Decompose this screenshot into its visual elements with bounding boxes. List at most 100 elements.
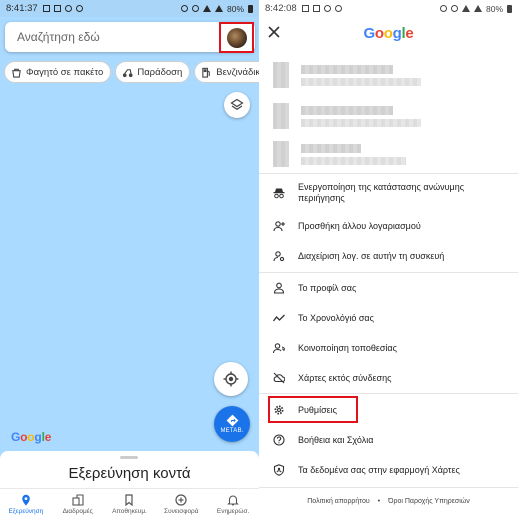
terms-of-service-link[interactable]: Όροι Παροχής Υπηρεσιών [388, 498, 470, 505]
takeout-icon [12, 68, 21, 78]
search-bar[interactable]: Αναζήτηση εδώ [5, 22, 255, 52]
notification-icons [42, 5, 83, 12]
divider [259, 272, 518, 273]
chip-gas-stations[interactable]: Βενζινάδικα [194, 61, 259, 83]
battery-icon [507, 4, 512, 13]
bookmark-icon [125, 493, 134, 506]
crosshair-icon [223, 371, 239, 387]
google-logo: Google [363, 25, 414, 42]
nav-label: Ενημερώσ. [216, 507, 250, 515]
menu-timeline[interactable]: Το Χρονολόγιό σας [259, 304, 518, 332]
layers-button[interactable] [224, 92, 250, 118]
sheet-handle[interactable] [120, 456, 138, 459]
menu-label: Ενεργοποίηση της κατάστασης ανώνυμης περ… [298, 182, 465, 203]
avatar[interactable] [227, 28, 247, 48]
system-icons: 80% [439, 3, 512, 14]
account-avatar-button[interactable] [219, 22, 254, 53]
my-location-button[interactable] [214, 362, 248, 396]
menu-help-feedback[interactable]: Βοήθεια και Σχόλια [259, 426, 518, 454]
nav-label: Διαδρομές [62, 507, 93, 515]
account-menu-screen: 8:42:08 80% Google Ενεργοποίηση της κατά… [259, 0, 518, 519]
menu-incognito[interactable]: Ενεργοποίηση της κατάστασης ανώνυμης περ… [259, 178, 518, 208]
menu-label: Το Χρονολόγιό σας [298, 312, 374, 323]
menu-label: Προσθήκη άλλου λογαριασμού [298, 220, 421, 231]
menu-location-sharing[interactable]: Κοινοποίηση τοποθεσίας [259, 334, 518, 362]
account-avatar-blurred [273, 62, 289, 88]
account-entry-3[interactable] [273, 139, 406, 169]
status-time: 8:41:37 [6, 3, 38, 14]
menu-manage-accounts[interactable]: Διαχείριση λογ. σε αυτήν τη συσκευή [259, 242, 518, 270]
delivery-icon [123, 68, 133, 77]
share-location-icon [273, 342, 285, 354]
search-placeholder[interactable]: Αναζήτηση εδώ [17, 30, 227, 44]
status-bar: 8:42:08 80% [259, 0, 518, 17]
status-time: 8:42:08 [265, 3, 297, 14]
account-menu-header: Google [259, 17, 518, 49]
nav-commute[interactable]: Διαδρομές [52, 489, 104, 519]
directions-button[interactable]: ΜΕΤΑΒ. [214, 406, 250, 442]
menu-label: Βοήθεια και Σχόλια [298, 434, 374, 445]
pin-icon [22, 494, 30, 505]
nav-label: Εξερεύνηση [8, 507, 44, 515]
account-avatar-blurred [273, 103, 289, 129]
battery-text: 80% [226, 3, 244, 14]
nav-label: Συνεισφορά [164, 507, 199, 515]
directions-label: ΜΕΤΑΒ. [220, 428, 244, 434]
divider [259, 393, 518, 394]
menu-label: Διαχείριση λογ. σε αυτήν τη συσκευή [298, 250, 445, 261]
nav-saved[interactable]: Αποθηκευμ. [104, 489, 156, 519]
chip-delivery[interactable]: Παράδοση [115, 61, 191, 83]
menu-label: Τα δεδομένα σας στην εφαρμογή Χάρτες [298, 464, 460, 475]
divider [259, 173, 518, 174]
nav-contribute[interactable]: Συνεισφορά [155, 489, 207, 519]
menu-label: Χάρτες εκτός σύνδεσης [298, 372, 392, 383]
maps-home-screen: 8:41:37 80% Αναζήτηση εδώ Φαγητό σε πακέ… [0, 0, 259, 519]
timeline-icon [273, 312, 285, 324]
category-chips: Φαγητό σε πακέτο Παράδοση Βενζινάδικα [4, 61, 259, 83]
nav-explore[interactable]: Εξερεύνηση [0, 489, 52, 519]
menu-label: Κοινοποίηση τοποθεσίας [298, 342, 397, 353]
manage-accounts-icon [273, 250, 285, 262]
menu-settings[interactable]: Ρυθμίσεις [259, 396, 518, 424]
battery-text: 80% [485, 3, 503, 14]
nav-label: Αποθηκευμ. [112, 507, 147, 515]
privacy-policy-link[interactable]: Πολιτική απορρήτου [307, 498, 369, 505]
chip-takeout[interactable]: Φαγητό σε πακέτο [4, 61, 112, 83]
chip-label: Βενζινάδικα [216, 66, 259, 78]
sheet-title: Εξερεύνηση κοντά [68, 465, 191, 482]
google-map-logo: Google [11, 430, 52, 444]
chip-label: Φαγητό σε πακέτο [26, 66, 104, 78]
person-icon [273, 282, 285, 294]
nav-updates[interactable]: Ενημερώσ. [207, 489, 259, 519]
menu-offline-maps[interactable]: Χάρτες εκτός σύνδεσης [259, 364, 518, 392]
add-circle-icon [175, 493, 187, 506]
directions-icon [226, 414, 238, 427]
menu-your-data[interactable]: Τα δεδομένα σας στην εφαρμογή Χάρτες [259, 456, 518, 484]
menu-label: Το προφίλ σας [298, 282, 357, 293]
account-entry-2[interactable] [273, 101, 421, 131]
incognito-icon [273, 187, 285, 199]
menu-label: Ρυθμίσεις [298, 404, 338, 415]
gear-icon [273, 404, 285, 416]
chip-label: Παράδοση [137, 66, 183, 78]
system-icons: 80% [180, 3, 253, 14]
bottom-navigation: Εξερεύνηση Διαδρομές Αποθηκευμ. Συνεισφο… [0, 488, 259, 519]
menu-profile[interactable]: Το προφίλ σας [259, 274, 518, 302]
menu-add-account[interactable]: Προσθήκη άλλου λογαριασμού [259, 212, 518, 240]
bell-icon [227, 494, 239, 505]
account-entry-1[interactable] [273, 60, 421, 90]
layers-icon [230, 98, 244, 111]
divider [259, 487, 518, 488]
footer-separator: • [377, 498, 381, 505]
shield-icon [273, 464, 285, 476]
help-icon [273, 434, 285, 446]
add-person-icon [273, 220, 285, 232]
status-bar: 8:41:37 80% [0, 0, 259, 17]
footer-links: Πολιτική απορρήτου • Όροι Παροχής Υπηρεσ… [259, 498, 518, 505]
account-avatar-blurred [273, 141, 289, 167]
battery-icon [248, 4, 253, 13]
gas-station-icon [202, 67, 211, 78]
commute-icon [72, 493, 84, 506]
notification-icons [301, 5, 342, 12]
offline-maps-icon [273, 372, 285, 384]
